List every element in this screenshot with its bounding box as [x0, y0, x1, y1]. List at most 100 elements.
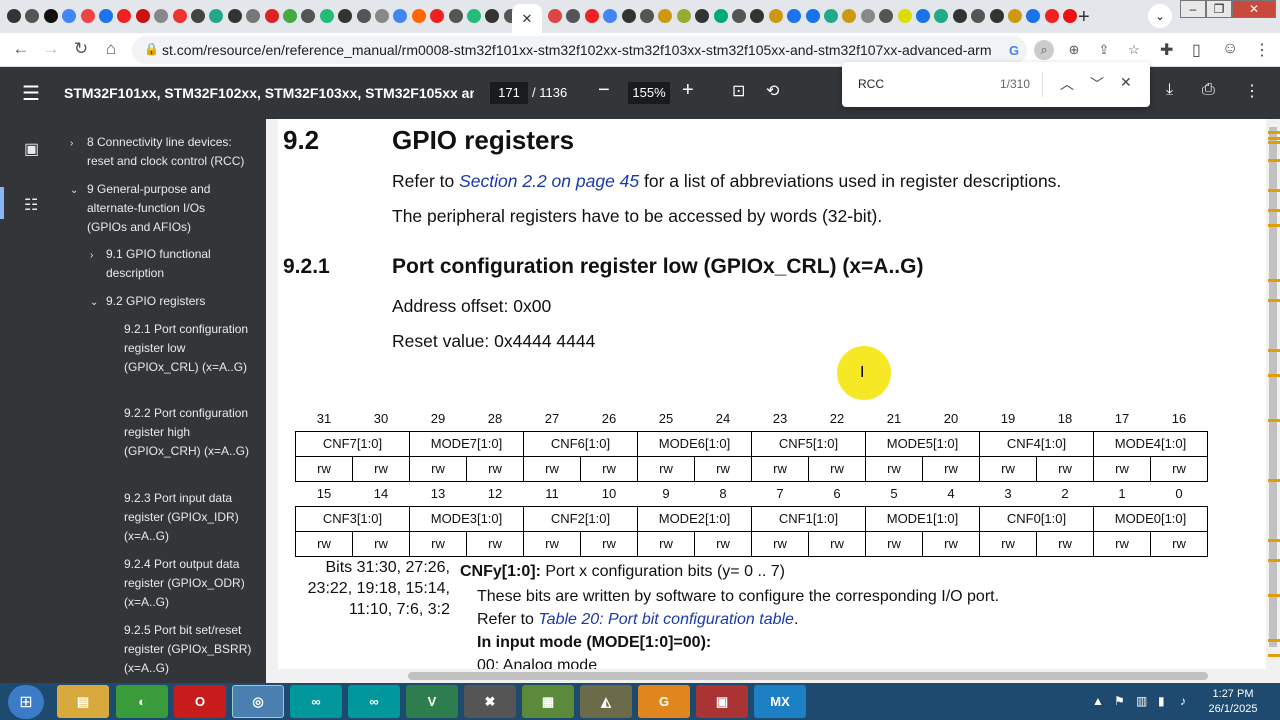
tab-favicon-icon[interactable]	[372, 6, 392, 26]
arduino-2-icon[interactable]: ∞	[348, 685, 400, 718]
tab-favicon-icon[interactable]	[390, 6, 410, 26]
tab-favicon-icon[interactable]	[987, 6, 1007, 26]
app-stm-icon[interactable]: ◭	[580, 685, 632, 718]
arduino-icon[interactable]: ∞	[290, 685, 342, 718]
tools-icon[interactable]: ✖	[464, 685, 516, 718]
pdf-app-icon[interactable]: G	[638, 685, 690, 718]
tab-favicon-icon[interactable]	[114, 6, 134, 26]
tab-favicon-icon[interactable]	[950, 6, 970, 26]
new-tab-button[interactable]: +	[1078, 6, 1090, 29]
tab-favicon-icon[interactable]	[1005, 6, 1025, 26]
extensions-icon[interactable]: ✚	[1160, 40, 1173, 60]
outline-icon[interactable]: ☷	[24, 195, 38, 215]
outline-item-9-2-2[interactable]: 9.2.2 Port configuration register high (…	[124, 404, 249, 461]
tab-search-button[interactable]: ⌄	[1148, 4, 1172, 28]
outline-item-9-2-4[interactable]: 9.2.4 Port output data register (GPIOx_O…	[124, 555, 249, 612]
tab-favicon-icon[interactable]	[133, 6, 153, 26]
tab-favicon-icon[interactable]	[206, 6, 226, 26]
file-explorer-icon[interactable]: ▤	[57, 685, 109, 718]
tab-favicon-icon[interactable]	[876, 6, 896, 26]
tab-favicon-icon[interactable]	[913, 6, 933, 26]
tab-favicon-icon[interactable]	[1042, 6, 1062, 26]
url-text[interactable]: st.com/resource/en/reference_manual/rm00…	[162, 42, 992, 58]
cubemx-icon[interactable]: MX	[754, 685, 806, 718]
tab-favicon-icon[interactable]	[600, 6, 620, 26]
profile-icon[interactable]: ☺	[1222, 40, 1238, 58]
tab-favicon-icon[interactable]	[968, 6, 988, 26]
find-next-icon[interactable]: ﹀	[1090, 74, 1104, 94]
horizontal-scroll-thumb[interactable]	[408, 672, 1208, 680]
browser-menu-icon[interactable]: ⋮	[1254, 40, 1270, 60]
find-input[interactable]: RCC	[858, 77, 884, 91]
outline-item-9-2-3[interactable]: 9.2.3 Port input data register (GPIOx_ID…	[124, 489, 249, 546]
outline-item-8[interactable]: 8 Connectivity line devices: reset and c…	[87, 133, 252, 171]
close-tab-icon[interactable]: ✕	[522, 11, 533, 27]
tab-favicon-icon[interactable]	[409, 6, 429, 26]
tab-favicon-icon[interactable]	[692, 6, 712, 26]
tab-favicon-icon[interactable]	[582, 6, 602, 26]
find-close-icon[interactable]: ✕	[1120, 74, 1132, 91]
tab-favicon-icon[interactable]	[545, 6, 565, 26]
tab-favicon-icon[interactable]	[59, 6, 79, 26]
tab-favicon-icon[interactable]	[931, 6, 951, 26]
tab-favicon-icon[interactable]	[729, 6, 749, 26]
side-panel-icon[interactable]: ▯	[1192, 40, 1201, 60]
find-in-page-icon[interactable]: ⌕	[1034, 40, 1054, 60]
toolbox-icon[interactable]: ▣	[696, 685, 748, 718]
zoom-icon[interactable]: ⊕	[1064, 40, 1084, 60]
tab-favicon-icon[interactable]	[619, 6, 639, 26]
section-link[interactable]: Section 2.2 on page 45	[459, 171, 639, 191]
table-link[interactable]: Table 20: Port bit configuration table	[538, 611, 794, 628]
download-icon[interactable]: ⤓	[1166, 81, 1173, 99]
chevron-down-icon[interactable]: ⌄	[90, 297, 98, 308]
chrome-icon[interactable]: ◎	[232, 685, 284, 718]
tray-network-icon[interactable]: ▥	[1136, 694, 1147, 708]
tray-volume-icon[interactable]: ♪	[1180, 694, 1186, 708]
tab-favicon-icon[interactable]	[637, 6, 657, 26]
tab-favicon-icon[interactable]	[711, 6, 731, 26]
fit-page-icon[interactable]: ⊡	[732, 81, 745, 101]
tab-favicon-icon[interactable]	[78, 6, 98, 26]
tab-favicon-icon[interactable]	[784, 6, 804, 26]
back-icon[interactable]: ←	[10, 39, 32, 59]
tab-favicon-icon[interactable]	[22, 6, 42, 26]
rotate-icon[interactable]: ⟲	[766, 81, 779, 101]
active-tab[interactable]: ✕	[512, 4, 542, 33]
tab-favicon-icon[interactable]	[482, 6, 502, 26]
chevron-right-icon[interactable]: ›	[70, 138, 73, 149]
tab-favicon-icon[interactable]	[839, 6, 859, 26]
tab-favicon-icon[interactable]	[858, 6, 878, 26]
tab-favicon-icon[interactable]	[427, 6, 447, 26]
tab-favicon-icon[interactable]	[298, 6, 318, 26]
outline-item-9-2-1[interactable]: 9.2.1 Port configuration register low (G…	[124, 320, 249, 377]
forward-icon[interactable]: →	[40, 39, 62, 59]
horizontal-scrollbar[interactable]	[266, 669, 1280, 683]
pdf-more-icon[interactable]: ⋮	[1244, 81, 1260, 101]
tab-favicon-icon[interactable]	[225, 6, 245, 26]
tab-favicon-icon[interactable]	[243, 6, 263, 26]
app-v-icon[interactable]: V	[406, 685, 458, 718]
print-icon[interactable]: ⎙	[1202, 81, 1215, 99]
tab-favicon-icon[interactable]	[766, 6, 786, 26]
tab-favicon-icon[interactable]	[96, 6, 116, 26]
outline-item-9-1[interactable]: 9.1 GPIO functional description	[106, 245, 226, 283]
share-icon[interactable]: ⇪	[1094, 40, 1114, 60]
tab-favicon-icon[interactable]	[1023, 6, 1043, 26]
chevron-down-icon[interactable]: ⌄	[70, 185, 78, 196]
outline-menu-icon[interactable]: ☰	[22, 81, 40, 106]
tab-favicon-icon[interactable]	[4, 6, 24, 26]
tab-favicon-icon[interactable]	[655, 6, 675, 26]
outline-item-9-2-5[interactable]: 9.2.5 Port bit set/reset register (GPIOx…	[124, 621, 252, 678]
tab-favicon-icon[interactable]	[354, 6, 374, 26]
tray-signal-icon[interactable]: ▮	[1158, 694, 1165, 708]
system-clock[interactable]: 1:27 PM 26/1/2025	[1200, 687, 1266, 717]
zoom-in-icon[interactable]: +	[682, 79, 694, 102]
close-window-button[interactable]: ✕	[1232, 0, 1276, 18]
google-lens-icon[interactable]: G	[1004, 40, 1024, 60]
page-number-input[interactable]: 171	[490, 82, 528, 104]
chevron-right-icon[interactable]: ›	[90, 250, 93, 261]
lock-icon[interactable]: 🔒	[144, 42, 159, 56]
tab-favicon-icon[interactable]	[821, 6, 841, 26]
tab-favicon-icon[interactable]	[563, 6, 583, 26]
tab-favicon-icon[interactable]	[317, 6, 337, 26]
